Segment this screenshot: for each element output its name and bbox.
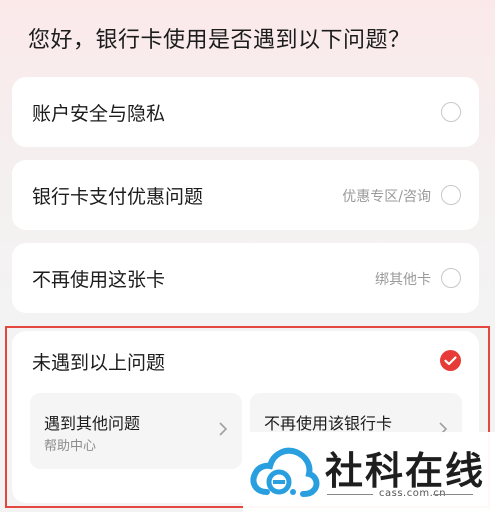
sub-option-title: 不再使用该银行卡 (264, 414, 393, 433)
sub-option-desc: 帮助中心 (44, 439, 97, 454)
check-icon[interactable] (440, 350, 461, 371)
watermark: 社科在线 cass.com.cn (243, 432, 495, 512)
bind-other-card-link[interactable]: 绑其他卡 (375, 269, 431, 289)
radio-button[interactable] (441, 102, 461, 122)
cloud-logo-icon (249, 442, 321, 508)
option-label: 未遇到以上问题 (32, 352, 166, 374)
radio-button[interactable] (441, 268, 461, 288)
option-label: 银行卡支付优惠问题 (32, 186, 204, 208)
divider (327, 494, 373, 495)
page-title: 您好，银行卡使用是否遇到以下问题？ (28, 28, 411, 53)
option-label: 不再使用这张卡 (32, 269, 166, 291)
option-account-security[interactable]: 账户安全与隐私 (12, 77, 479, 147)
watermark-name: 社科在线 (325, 449, 486, 493)
radio-button[interactable] (441, 185, 461, 205)
option-label: 账户安全与隐私 (32, 103, 166, 125)
sub-option-other-issue[interactable]: 遇到其他问题 帮助中心 (30, 393, 242, 469)
option-payment-discount[interactable]: 银行卡支付优惠问题 优惠专区/咨询 (12, 160, 479, 230)
divider (433, 494, 473, 495)
discount-zone-link[interactable]: 优惠专区/咨询 (342, 186, 431, 206)
sub-option-title: 遇到其他问题 (44, 414, 141, 433)
option-stop-using-card[interactable]: 不再使用这张卡 绑其他卡 (12, 243, 479, 313)
chevron-right-icon (218, 421, 228, 441)
